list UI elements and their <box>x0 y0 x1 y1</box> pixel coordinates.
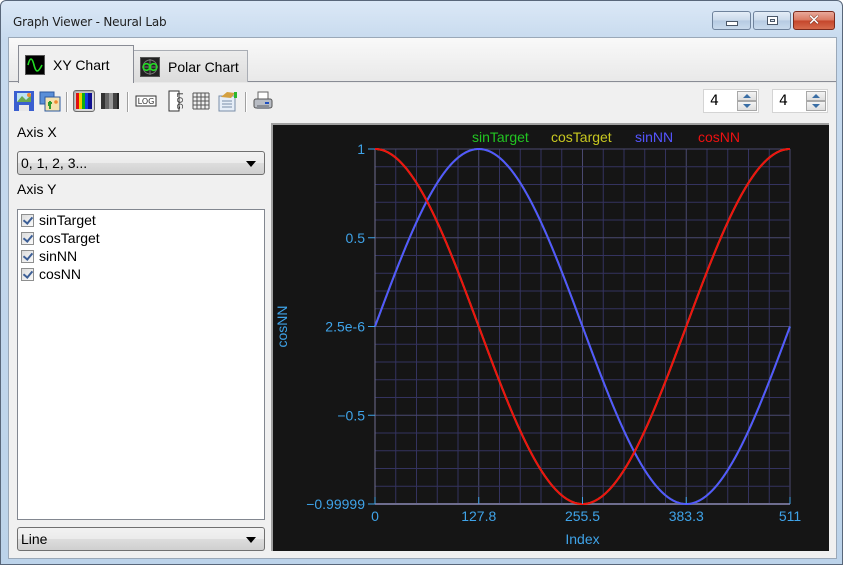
spinner-y-divisions[interactable]: 4 <box>772 89 828 113</box>
title-bar[interactable]: Graph Viewer - Neural Lab ✕ <box>1 1 842 37</box>
series-item-sinnn[interactable]: sinNN <box>21 247 77 265</box>
axis-y-label: Axis Y <box>17 181 57 197</box>
legend-item-sinnn: sinNN <box>635 129 673 145</box>
arrow-down-icon <box>743 104 751 108</box>
close-icon: ✕ <box>807 11 821 29</box>
svg-text:LOG: LOG <box>138 97 155 106</box>
tab-polar-chart[interactable]: Polar Chart <box>134 50 248 82</box>
app-window: Graph Viewer - Neural Lab ✕ XY Chart Pol… <box>0 0 843 565</box>
grid-icon <box>192 92 210 110</box>
y-tick-label: 2.5e-6 <box>325 319 365 335</box>
axis-x-select[interactable]: 0, 1, 2, 3... <box>17 151 265 175</box>
report-button[interactable] <box>217 90 239 112</box>
spinner-x-divisions[interactable]: 4 <box>703 89 759 113</box>
arrow-up-icon <box>743 94 751 98</box>
y-axis-label: cosNN <box>274 305 290 347</box>
save-image-icon <box>14 91 34 111</box>
checkbox-checked[interactable] <box>21 267 34 281</box>
log-x-button[interactable]: LOG <box>135 90 157 112</box>
maximize-icon <box>766 16 778 25</box>
dropdown-arrow-icon <box>246 161 256 167</box>
copy-image-icon <box>39 91 61 112</box>
log-x-icon: LOG <box>135 95 157 107</box>
color-mode-button[interactable] <box>73 90 95 112</box>
copy-image-button[interactable] <box>39 90 61 112</box>
print-button[interactable] <box>252 90 274 112</box>
report-icon <box>218 92 237 112</box>
x-axis-label: Index <box>565 531 599 547</box>
sine-wave-icon <box>25 54 45 75</box>
x-tick-label: 383.3 <box>669 508 704 524</box>
y-tick-label: 0.5 <box>346 230 366 246</box>
x-tick-label: 127.8 <box>461 508 496 524</box>
axis-x-value: 0, 1, 2, 3... <box>21 155 88 171</box>
chart-type-value: Line <box>21 531 48 547</box>
spin-down-button[interactable] <box>806 101 826 111</box>
legend-item-cosnn: cosNN <box>698 129 740 145</box>
tick-labels: 0 127.8 255.5 383.3 511 1 0.5 2.5e-6 −0.5 −0.9999… <box>306 141 801 524</box>
minimize-icon <box>725 21 738 26</box>
axis-x-label: Axis X <box>17 124 57 140</box>
y-tick-label: 1 <box>357 141 365 157</box>
arrow-up-icon <box>812 94 820 98</box>
svg-text:LOG: LOG <box>175 93 184 110</box>
x-tick-label: 511 <box>779 508 802 524</box>
printer-icon <box>253 91 273 109</box>
save-image-button[interactable] <box>13 90 35 112</box>
dropdown-arrow-icon <box>246 537 256 543</box>
toolbar: LOG LOG 4 4 <box>9 86 836 116</box>
checkbox-checked[interactable] <box>21 213 34 227</box>
tab-xy-chart[interactable]: XY Chart <box>18 45 134 83</box>
spin-up-button[interactable] <box>806 91 826 101</box>
spinner-value: 4 <box>710 93 719 109</box>
checkbox-checked[interactable] <box>21 231 34 245</box>
x-tick-label: 255.5 <box>565 508 600 524</box>
legend: sinTarget cosTarget sinNN cosNN <box>472 129 740 145</box>
arrow-down-icon <box>812 104 820 108</box>
spin-up-button[interactable] <box>737 91 757 101</box>
spinner-value: 4 <box>779 93 788 109</box>
grayscale-mode-button[interactable] <box>99 90 121 112</box>
checkbox-checked[interactable] <box>21 249 34 263</box>
series-item-sintarget[interactable]: sinTarget <box>21 211 96 229</box>
maximize-button[interactable] <box>753 11 791 30</box>
color-bars-icon <box>76 93 92 109</box>
minimize-button[interactable] <box>712 11 751 30</box>
series-item-costarget[interactable]: cosTarget <box>21 229 100 247</box>
chart-svg: 0 127.8 255.5 383.3 511 1 0.5 2.5e-6 −0.5 −0.9999… <box>274 129 801 547</box>
series-list[interactable]: sinTarget cosTarget sinNN cosNN <box>17 209 265 520</box>
grid-button[interactable] <box>190 90 212 112</box>
close-button[interactable]: ✕ <box>793 11 835 30</box>
y-tick-label: −0.99999 <box>306 496 365 512</box>
chart-type-select[interactable]: Line <box>17 527 265 551</box>
tab-label: Polar Chart <box>168 58 239 75</box>
spin-down-button[interactable] <box>737 101 757 111</box>
xy-chart[interactable]: 0 127.8 255.5 383.3 511 1 0.5 2.5e-6 −0.5 −0.9999… <box>271 123 829 551</box>
polar-chart-icon <box>140 56 160 77</box>
tab-label: XY Chart <box>53 56 110 73</box>
tab-strip: XY Chart Polar Chart <box>9 38 836 83</box>
log-y-button[interactable]: LOG <box>163 90 185 112</box>
series-item-cosnn[interactable]: cosNN <box>21 265 81 283</box>
client-area: XY Chart Polar Chart LOG LOG 4 4 Axis X … <box>8 37 837 559</box>
window-title: Graph Viewer - Neural Lab <box>13 15 167 29</box>
legend-item-sintarget: sinTarget <box>472 129 529 145</box>
grayscale-bars-icon <box>101 93 119 109</box>
y-tick-label: −0.5 <box>337 407 365 423</box>
log-y-icon: LOG <box>168 90 184 112</box>
legend-item-costarget: cosTarget <box>551 129 612 145</box>
x-tick-label: 0 <box>371 508 379 524</box>
